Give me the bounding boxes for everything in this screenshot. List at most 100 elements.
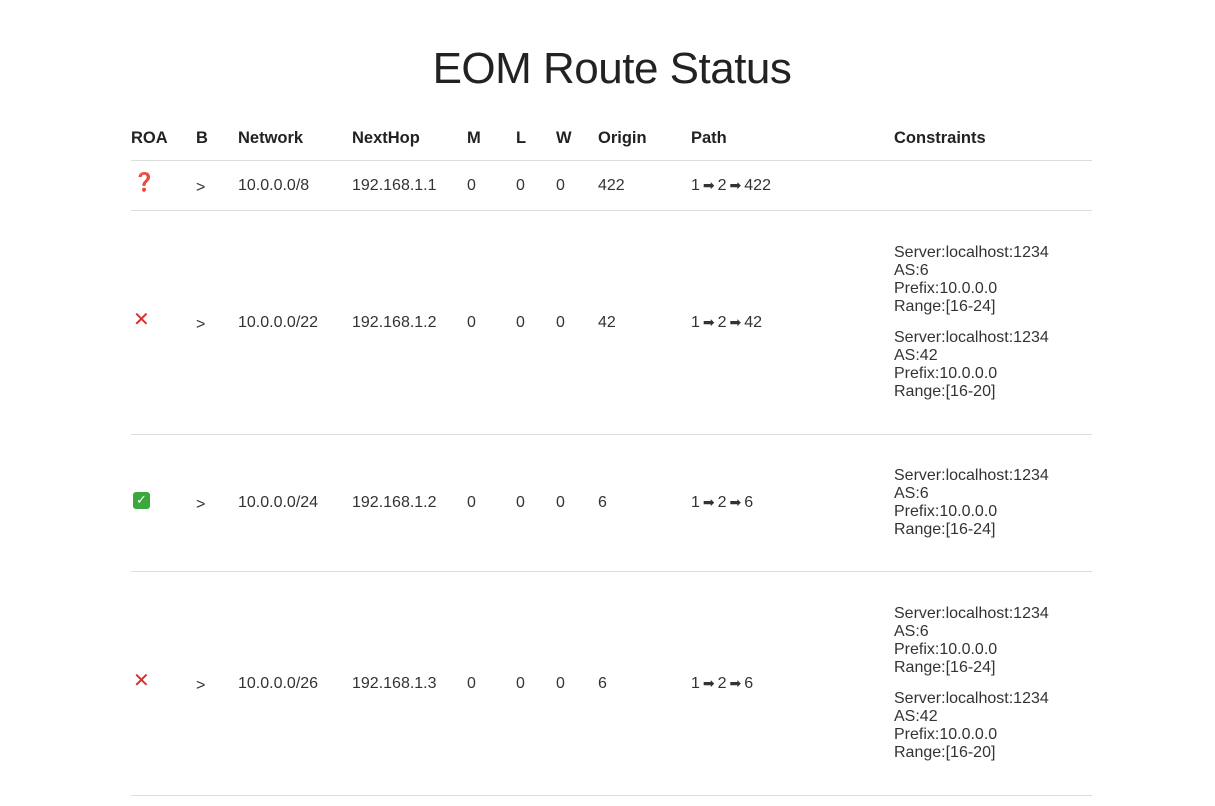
weight-cell: 0 (556, 571, 598, 796)
table-header-row: ROA B Network NextHop M L W Origin Path … (131, 117, 1092, 161)
med-cell: 0 (467, 571, 516, 796)
constraint-range: Range:[16-24] (894, 659, 996, 676)
best-route-marker: > (196, 496, 206, 513)
constraints-cell: Server:localhost:1234 AS:6 Prefix:10.0.0.0… (894, 571, 1092, 796)
cross-mark-icon: ✕ (133, 667, 150, 692)
nexthop-cell: 192.168.1.1 (352, 160, 467, 211)
best-route-marker: > (196, 178, 206, 196)
weight-cell: 0 (556, 434, 598, 572)
constraint-range: Range:[16-20] (894, 383, 996, 400)
constraint-as: AS:6 (894, 623, 929, 640)
localpref-cell: 0 (516, 434, 556, 572)
cross-mark-icon: ✕ (133, 306, 150, 331)
right-arrow-icon: ➡ (729, 314, 742, 331)
right-arrow-icon: ➡ (702, 495, 715, 511)
constraint-range: Range:[16-24] (894, 521, 996, 538)
page-title: EOM Route Status (432, 44, 792, 93)
as-path-hop: 1 (691, 313, 700, 331)
weight-cell: 0 (556, 160, 598, 211)
roa-cell: ✕ (131, 210, 196, 435)
as-path: 1 ➡ 2 ➡ 6 (691, 675, 753, 693)
weight-cell: 0 (556, 210, 598, 435)
best-cell: > (196, 160, 238, 211)
constraints-cell (894, 160, 1092, 211)
route-status-page: EOM Route Status ROA B Network NextHop M… (0, 0, 1215, 806)
constraint-server: Server:localhost:1234 (894, 605, 1049, 622)
as-path-hop: 1 (691, 494, 700, 511)
roa-cell: ✕ (131, 571, 196, 796)
best-cell: > (196, 571, 238, 796)
path-cell: 1 ➡ 2 ➡ 6 (691, 434, 894, 572)
best-cell: > (196, 210, 238, 435)
constraint-as: AS:42 (894, 347, 938, 364)
constraints-cell: Server:localhost:1234 AS:6 Prefix:10.0.0.0… (894, 434, 1092, 572)
as-path-hop: 42 (744, 313, 763, 331)
as-path-hop: 2 (717, 176, 727, 194)
constraint-as: AS:6 (894, 485, 929, 502)
header-path[interactable]: Path (691, 117, 894, 161)
network-cell: 10.0.0.0/24 (238, 434, 352, 572)
constraint-prefix: Prefix:10.0.0.0 (894, 641, 998, 658)
header-best[interactable]: B (196, 117, 238, 161)
best-route-marker: > (196, 315, 206, 333)
med-cell: 0 (467, 210, 516, 435)
constraint-server: Server:localhost:1234 (894, 244, 1049, 261)
network-cell: 10.0.0.0/22 (238, 210, 352, 435)
path-cell: 1 ➡ 2 ➡ 42 (691, 210, 894, 435)
route-table-body: ❓ >10.0.0.0/8 192.168.1.1 0 0 0 422 1 ➡ 2 ➡ 422 ✕ >10… (131, 160, 1092, 796)
right-arrow-icon: ➡ (729, 177, 742, 194)
constraint-server: Server:localhost:1234 (894, 690, 1049, 707)
constraint-prefix: Prefix:10.0.0.0 (894, 726, 998, 743)
med-cell: 0 (467, 434, 516, 572)
table-row[interactable]: ✕ >10.0.0.0/26 192.168.1.3 0 0 0 6 1 ➡ 2 ➡ 6 Server:… (131, 571, 1092, 796)
constraint-as: AS:42 (894, 708, 938, 725)
as-path-hop: 422 (744, 176, 771, 194)
as-path-hop: 1 (691, 176, 700, 194)
localpref-cell: 0 (516, 571, 556, 796)
roa-cell: ❓ (131, 160, 196, 211)
nexthop-cell: 192.168.1.3 (352, 571, 467, 796)
constraint-range: Range:[16-24] (894, 298, 996, 315)
as-path-hop: 2 (717, 313, 727, 331)
header-localpref[interactable]: L (516, 117, 556, 161)
roa-cell: ✓ (131, 434, 196, 572)
as-path: 1 ➡ 2 ➡ 422 (691, 177, 771, 195)
roa-constraint: Server:localhost:1234 AS:6 Prefix:10.0.0.0… (894, 244, 1092, 316)
header-constraints[interactable]: Constraints (894, 117, 1092, 161)
check-mark-icon: ✓ (133, 492, 150, 509)
header-nexthop[interactable]: NextHop (352, 117, 467, 161)
as-path-hop: 6 (744, 674, 754, 692)
header-weight[interactable]: W (556, 117, 598, 161)
constraint-server: Server:localhost:1234 (894, 467, 1049, 484)
origin-cell: 42 (598, 210, 691, 435)
as-path-hop: 2 (717, 494, 727, 511)
best-route-marker: > (196, 676, 206, 694)
table-row[interactable]: ❓ >10.0.0.0/8 192.168.1.1 0 0 0 422 1 ➡ 2 ➡ 422 (131, 160, 1092, 211)
constraint-server: Server:localhost:1234 (894, 329, 1049, 346)
roa-constraint: Server:localhost:1234 AS:42 Prefix:10.0.0.… (894, 690, 1092, 762)
table-row[interactable]: ✕ >10.0.0.0/22 192.168.1.2 0 0 0 42 1 ➡ 2 ➡ 42 Serve… (131, 210, 1092, 435)
constraint-as: AS:6 (894, 262, 929, 279)
header-origin[interactable]: Origin (598, 117, 691, 161)
right-arrow-icon: ➡ (702, 314, 715, 331)
question-mark-icon: ❓ (133, 172, 156, 193)
right-arrow-icon: ➡ (702, 177, 715, 194)
roa-constraint: Server:localhost:1234 AS:6 Prefix:10.0.0.0… (894, 467, 1092, 539)
right-arrow-icon: ➡ (729, 495, 742, 511)
right-arrow-icon: ➡ (702, 675, 715, 692)
path-cell: 1 ➡ 2 ➡ 422 (691, 160, 894, 211)
roa-constraint: Server:localhost:1234 AS:42 Prefix:10.0.0.… (894, 329, 1092, 401)
as-path-hop: 1 (691, 674, 700, 692)
network-cell: 10.0.0.0/26 (238, 571, 352, 796)
constraints-cell: Server:localhost:1234 AS:6 Prefix:10.0.0.0… (894, 210, 1092, 435)
constraint-prefix: Prefix:10.0.0.0 (894, 280, 998, 297)
nexthop-cell: 192.168.1.2 (352, 434, 467, 572)
header-med[interactable]: M (467, 117, 516, 161)
localpref-cell: 0 (516, 210, 556, 435)
network-cell: 10.0.0.0/8 (238, 160, 352, 211)
header-network[interactable]: Network (238, 117, 352, 161)
constraint-prefix: Prefix:10.0.0.0 (894, 503, 998, 520)
header-roa[interactable]: ROA (131, 117, 196, 161)
route-table: ROA B Network NextHop M L W Origin Path … (131, 117, 1092, 796)
table-row[interactable]: ✓ >10.0.0.0/24 192.168.1.2 0 0 0 6 1 ➡ 2 ➡ 6 Server:… (131, 434, 1092, 572)
